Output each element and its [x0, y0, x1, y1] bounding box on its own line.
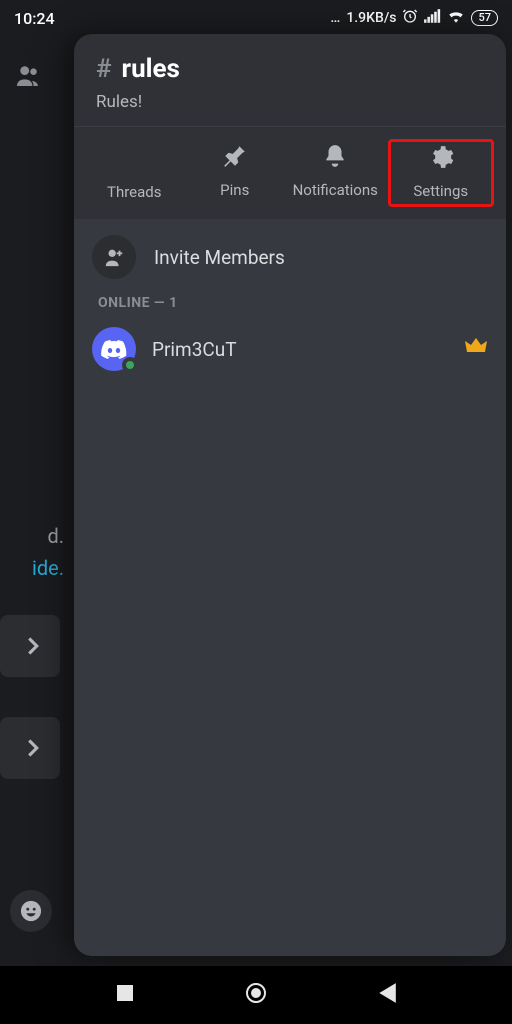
member-name: Prim3CuT — [152, 338, 448, 361]
nav-back[interactable] — [377, 982, 397, 1008]
channel-header: # rules Rules! — [74, 34, 506, 126]
bg-text-1: d. — [0, 520, 64, 552]
online-section-label: ONLINE — 1 — [92, 295, 488, 311]
invite-icon — [92, 235, 136, 279]
bg-item-2[interactable] — [0, 717, 60, 779]
hash-icon: # — [96, 54, 112, 84]
invite-label: Invite Members — [154, 246, 285, 269]
bell-icon — [322, 143, 348, 173]
threads-label: Threads — [107, 183, 161, 201]
threads-icon — [120, 143, 148, 175]
channel-topic: Rules! — [96, 92, 484, 112]
notifications-label: Notifications — [293, 181, 378, 199]
net-speed: 1.9KB/s — [346, 10, 396, 26]
status-right: … 1.9KB/s 57 — [330, 8, 498, 28]
bg-item-1[interactable] — [0, 615, 60, 677]
pins-label: Pins — [220, 181, 249, 199]
settings-button[interactable]: Settings — [388, 139, 495, 207]
bg-text-2: ide. — [0, 552, 64, 584]
emoji-button[interactable] — [10, 890, 52, 932]
signal-icon — [424, 9, 441, 27]
system-nav-bar — [0, 966, 512, 1024]
status-bar: 10:24 … 1.9KB/s 57 — [0, 0, 512, 36]
members-section: Invite Members ONLINE — 1 Prim3CuT — [74, 219, 506, 956]
background-text: d. ide. — [0, 520, 70, 584]
dots: … — [330, 10, 340, 26]
pin-icon — [222, 143, 248, 173]
nav-recents[interactable] — [115, 983, 135, 1007]
threads-button[interactable]: Threads — [84, 143, 185, 201]
people-icon[interactable] — [14, 64, 42, 90]
avatar — [92, 327, 136, 371]
battery-indicator: 57 — [471, 10, 498, 26]
gear-icon — [428, 144, 454, 174]
presence-online — [122, 357, 138, 373]
nav-home[interactable] — [244, 981, 268, 1009]
invite-members-button[interactable]: Invite Members — [92, 235, 488, 279]
channel-panel: # rules Rules! Threads Pins Notification… — [74, 34, 506, 956]
settings-label: Settings — [413, 182, 468, 200]
alarm-icon — [402, 8, 418, 28]
pins-button[interactable]: Pins — [185, 143, 286, 201]
action-row: Threads Pins Notifications Settings — [74, 127, 506, 219]
crown-icon — [464, 336, 488, 362]
clock: 10:24 — [14, 9, 55, 28]
wifi-icon — [447, 9, 465, 27]
member-row[interactable]: Prim3CuT — [92, 327, 488, 371]
notifications-button[interactable]: Notifications — [285, 143, 386, 201]
channel-name: rules — [122, 54, 180, 84]
channel-title: # rules — [96, 54, 484, 84]
